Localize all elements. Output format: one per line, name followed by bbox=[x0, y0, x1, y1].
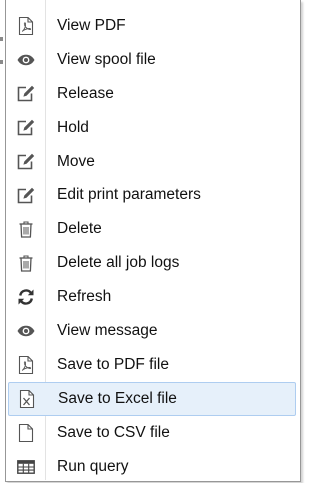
menu-item-edit-print-parameters[interactable]: Edit print parameters bbox=[8, 178, 296, 212]
menu-item-view-spool-file[interactable]: View spool file bbox=[8, 43, 296, 77]
menu-item-move[interactable]: Move bbox=[8, 145, 296, 179]
refresh-icon bbox=[17, 288, 35, 306]
menu-item-label: Save to Excel file bbox=[58, 389, 177, 407]
menu-item-delete[interactable]: Delete bbox=[8, 212, 296, 246]
eye-icon bbox=[17, 51, 35, 69]
background-edge-mark bbox=[0, 37, 3, 41]
menu-item-view-message[interactable]: View message bbox=[8, 314, 296, 348]
pdf-file-icon bbox=[17, 355, 35, 374]
menu-item-refresh[interactable]: Refresh bbox=[8, 280, 296, 314]
menu-item-label: Release bbox=[57, 84, 114, 102]
menu-item-label: Delete bbox=[57, 220, 102, 238]
edit-icon bbox=[17, 153, 35, 171]
menu-item-label: Refresh bbox=[57, 288, 112, 306]
menu-item-view-pdf[interactable]: View PDF bbox=[8, 9, 296, 43]
menu-item-label: Delete all job logs bbox=[57, 254, 180, 272]
menu-item-label: Move bbox=[57, 152, 95, 170]
menu-item-save-to-pdf-file[interactable]: Save to PDF file bbox=[8, 348, 296, 382]
edit-icon bbox=[17, 119, 35, 137]
excel-file-icon bbox=[18, 389, 36, 408]
menu-item-label: Edit print parameters bbox=[57, 186, 201, 204]
menu-item-delete-all-job-logs[interactable]: Delete all job logs bbox=[8, 246, 296, 280]
menu-item-save-to-csv-file[interactable]: Save to CSV file bbox=[8, 416, 296, 450]
menu-item-label: View spool file bbox=[57, 50, 156, 68]
edit-icon bbox=[17, 85, 35, 103]
trash-icon bbox=[17, 254, 35, 272]
menu-item-label: Hold bbox=[57, 118, 89, 136]
context-menu-list: View PDF View spool file Release Hold Mo bbox=[6, 9, 300, 483]
menu-item-hold[interactable]: Hold bbox=[8, 111, 296, 145]
table-icon bbox=[17, 458, 35, 476]
menu-item-release[interactable]: Release bbox=[8, 77, 296, 111]
menu-item-label: Run query bbox=[57, 457, 129, 475]
background-edge-mark bbox=[0, 60, 3, 64]
pdf-file-icon bbox=[17, 16, 35, 35]
trash-icon bbox=[17, 220, 35, 238]
eye-icon bbox=[17, 322, 35, 340]
edit-icon bbox=[17, 186, 35, 204]
blank-file-icon bbox=[17, 423, 35, 442]
menu-item-label: Save to PDF file bbox=[57, 355, 169, 373]
menu-item-label: View PDF bbox=[57, 16, 126, 34]
menu-item-label: Save to CSV file bbox=[57, 423, 170, 441]
context-menu: View PDF View spool file Release Hold Mo bbox=[5, 0, 301, 482]
menu-item-run-query[interactable]: Run query bbox=[8, 450, 296, 483]
menu-item-label: View message bbox=[57, 321, 158, 339]
menu-item-save-to-excel-file[interactable]: Save to Excel file bbox=[8, 381, 296, 416]
